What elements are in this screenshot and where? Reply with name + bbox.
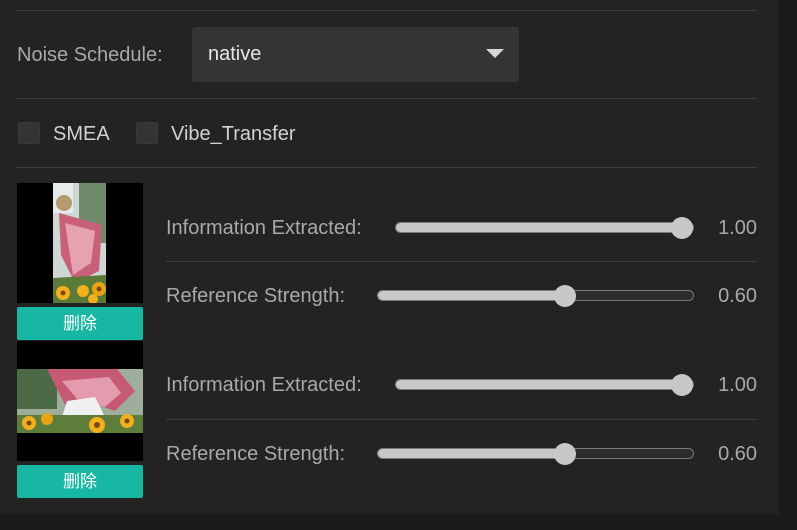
slider-fill [378, 449, 565, 458]
information-extracted-value: 1.00 [718, 374, 757, 396]
chevron-down-icon [486, 49, 504, 58]
panel-bottom-gutter [0, 514, 779, 530]
divider [166, 419, 757, 420]
settings-panel: Noise Schedule: native SMEA Vibe_Transfe… [0, 0, 779, 514]
delete-reference-button[interactable]: 删除 [17, 307, 143, 340]
reference-strength-slider[interactable] [377, 285, 694, 307]
slider-fill [396, 223, 682, 232]
slider-handle[interactable] [553, 285, 576, 307]
reference-strength-label: Reference Strength: [166, 443, 345, 465]
delete-reference-button[interactable]: 删除 [17, 465, 143, 498]
noise-schedule-label: Noise Schedule: [17, 44, 163, 66]
sunflower-character-image [17, 183, 143, 303]
slider-fill [396, 380, 682, 389]
information-extracted-label: Information Extracted: [166, 217, 362, 239]
slider-fill [378, 291, 565, 300]
scrollbar-gutter [779, 0, 797, 530]
reference-strength-value: 0.60 [718, 443, 757, 465]
divider [16, 10, 757, 11]
slider-handle[interactable] [671, 217, 693, 239]
noise-schedule-select[interactable]: native [192, 27, 519, 82]
smea-checkbox[interactable] [18, 122, 40, 144]
sunflower-character-image [17, 341, 143, 461]
divider [16, 167, 757, 168]
slider-handle[interactable] [671, 374, 693, 396]
information-extracted-slider[interactable] [395, 217, 694, 239]
vibe-transfer-label[interactable]: Vibe_Transfer [171, 122, 296, 146]
information-extracted-value: 1.00 [718, 217, 757, 239]
smea-label[interactable]: SMEA [53, 122, 110, 146]
information-extracted-label: Information Extracted: [166, 374, 362, 396]
noise-schedule-value: native [208, 43, 262, 65]
reference-strength-slider[interactable] [377, 443, 694, 465]
reference-image-1 [17, 183, 143, 303]
reference-image-2 [17, 341, 143, 461]
reference-strength-label: Reference Strength: [166, 285, 345, 307]
vibe-transfer-checkbox[interactable] [136, 122, 158, 144]
divider [166, 261, 757, 262]
reference-strength-value: 0.60 [718, 285, 757, 307]
slider-handle[interactable] [553, 443, 576, 465]
information-extracted-slider[interactable] [395, 374, 694, 396]
divider [16, 98, 757, 99]
